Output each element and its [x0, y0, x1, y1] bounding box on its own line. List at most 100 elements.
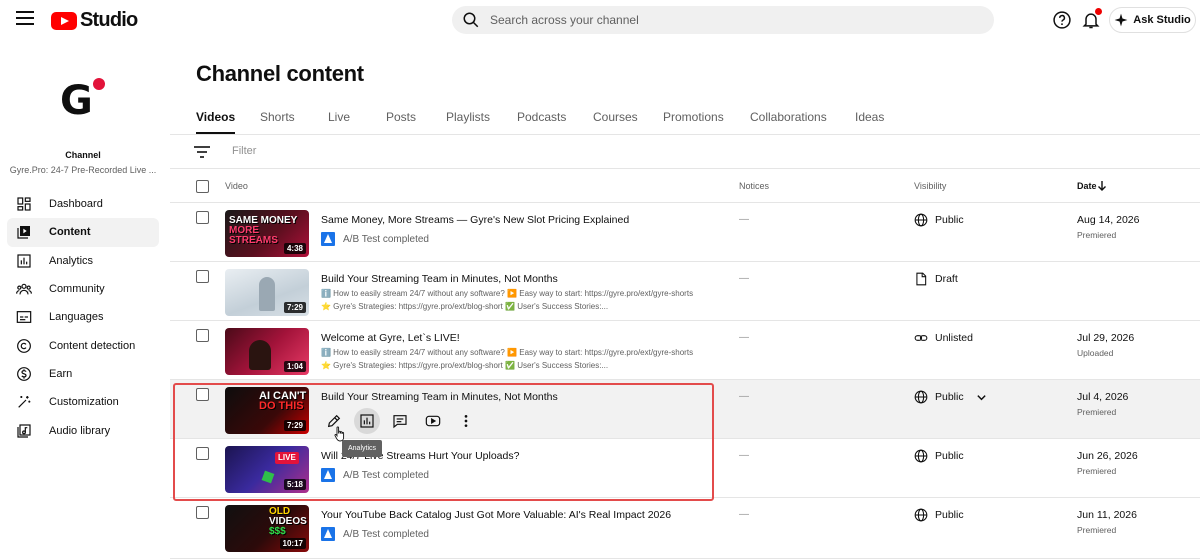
help-icon[interactable]: [1052, 10, 1072, 30]
sidebar-item-label: Languages: [49, 311, 104, 324]
youtube-icon: [425, 415, 441, 427]
select-all-checkbox[interactable]: [196, 180, 209, 193]
sidebar-item-earn[interactable]: Earn: [7, 360, 159, 388]
tab-videos[interactable]: Videos: [196, 110, 235, 124]
visibility-cell[interactable]: Public: [914, 213, 964, 227]
video-thumbnail[interactable]: AI CAN'T DO THIS 7:29: [225, 387, 309, 434]
tab-collaborations[interactable]: Collaborations: [750, 110, 827, 124]
channel-name: Gyre.Pro: 24-7 Pre-Recorded Live ...: [9, 165, 157, 175]
filter-icon[interactable]: [194, 145, 210, 159]
video-description-line: ⭐ Gyre's Strategies: https://gyre.pro/ex…: [321, 361, 609, 370]
video-title[interactable]: Build Your Streaming Team in Minutes, No…: [321, 273, 558, 285]
tab-courses[interactable]: Courses: [593, 110, 638, 124]
table-row[interactable]: SAME MONEY MORE STREAMS 4:38 Same Money, …: [170, 203, 1200, 262]
sidebar-item-audio-library[interactable]: Audio library: [7, 416, 159, 444]
search-bar[interactable]: [452, 6, 994, 34]
sidebar-item-content[interactable]: Content: [7, 218, 159, 247]
thumbnail-caption: AI CAN'T DO THIS: [259, 390, 307, 412]
video-thumbnail[interactable]: LIVE 5:18: [225, 446, 309, 493]
tab-ideas[interactable]: Ideas: [855, 110, 884, 124]
sidebar-item-languages[interactable]: Languages: [7, 303, 159, 331]
thumbnail-cube: [261, 470, 275, 484]
view-on-youtube-button[interactable]: [420, 408, 446, 434]
visibility-label: Public: [935, 391, 964, 403]
table-row[interactable]: 1:04 Welcome at Gyre, Let`s LIVE! ℹ️ How…: [170, 321, 1200, 380]
visibility-cell[interactable]: Unlisted: [914, 331, 973, 345]
visibility-dropdown[interactable]: Public: [914, 390, 994, 404]
video-duration: 10:17: [279, 538, 306, 549]
row-checkbox[interactable]: [196, 388, 209, 401]
sort-arrow-down-icon[interactable]: [1097, 181, 1107, 191]
sidebar-item-dashboard[interactable]: Dashboard: [7, 190, 159, 218]
video-thumbnail[interactable]: 1:04: [225, 328, 309, 375]
search-input[interactable]: [490, 13, 970, 27]
tab-shorts[interactable]: Shorts: [260, 110, 295, 124]
analytics-tooltip: Analytics: [342, 440, 382, 457]
video-title[interactable]: Build Your Streaming Team in Minutes, No…: [321, 391, 558, 403]
row-checkbox[interactable]: [196, 447, 209, 460]
sidebar-item-label: Content detection: [49, 339, 136, 352]
table-row[interactable]: LIVE 5:18 Will 24/7 Live Streams Hurt Yo…: [170, 439, 1200, 498]
video-thumbnail[interactable]: OLD VIDEOS $$$ 10:17: [225, 505, 309, 552]
video-title[interactable]: Welcome at Gyre, Let`s LIVE!: [321, 332, 460, 344]
video-duration: 5:18: [283, 479, 306, 490]
video-thumbnail[interactable]: SAME MONEY MORE STREAMS 4:38: [225, 210, 309, 257]
studio-logo[interactable]: Studio: [51, 9, 138, 32]
sidebar-item-customization[interactable]: Customization: [7, 388, 159, 416]
comment-icon: [393, 415, 407, 429]
link-icon: [914, 335, 928, 341]
video-title[interactable]: Same Money, More Streams — Gyre's New Sl…: [321, 214, 629, 226]
visibility-cell[interactable]: Draft: [914, 272, 958, 286]
visibility-cell[interactable]: Public: [914, 508, 964, 522]
sidebar-item-community[interactable]: Community: [7, 275, 159, 303]
thumbnail-caption: OLD VIDEOS $$$: [269, 506, 307, 537]
filter-input[interactable]: [232, 145, 532, 157]
video-thumbnail[interactable]: 7:29: [225, 269, 309, 316]
ab-test-status: A/B Test completed: [321, 468, 429, 482]
tab-posts[interactable]: Posts: [386, 110, 416, 124]
channel-avatar[interactable]: G: [60, 78, 110, 124]
table-row[interactable]: AI CAN'T DO THIS 7:29 Build Your Streamin…: [170, 380, 1200, 439]
ab-test-label: A/B Test completed: [343, 233, 429, 245]
analytics-button[interactable]: [354, 408, 380, 434]
video-duration: 1:04: [283, 361, 306, 372]
table-row[interactable]: 7:29 Build Your Streaming Team in Minute…: [170, 262, 1200, 321]
visibility-label: Public: [935, 509, 964, 521]
menu-icon[interactable]: [16, 11, 34, 29]
row-checkbox[interactable]: [196, 329, 209, 342]
tab-playlists[interactable]: Playlists: [446, 110, 490, 124]
visibility-cell[interactable]: Public: [914, 449, 964, 463]
thumbnail-figure: [249, 340, 271, 370]
date-header-label: Date: [1077, 181, 1097, 191]
notifications-button[interactable]: [1081, 8, 1102, 30]
notices-cell: —: [739, 391, 749, 402]
column-header-date[interactable]: Date: [1077, 181, 1097, 191]
more-options-button[interactable]: [453, 408, 479, 434]
row-checkbox[interactable]: [196, 270, 209, 283]
tab-podcasts[interactable]: Podcasts: [517, 110, 566, 124]
ask-studio-label: Ask Studio: [1133, 14, 1191, 26]
visibility-label: Public: [935, 214, 964, 226]
notices-cell: —: [739, 450, 749, 461]
ask-studio-button[interactable]: Ask Studio: [1109, 7, 1196, 33]
thumbnail-caption: LIVE: [275, 452, 299, 464]
ab-test-label: A/B Test completed: [343, 528, 429, 540]
globe-icon: [914, 213, 928, 227]
video-title[interactable]: Your YouTube Back Catalog Just Got More …: [321, 509, 671, 521]
date-status: Premiered: [1077, 466, 1117, 476]
table-header: Video Notices Visibility Date: [170, 169, 1200, 203]
sidebar-item-analytics[interactable]: Analytics: [7, 247, 159, 275]
row-checkbox[interactable]: [196, 211, 209, 224]
comments-button[interactable]: [387, 408, 413, 434]
date-status: Premiered: [1077, 407, 1117, 417]
sidebar-item-content-detection[interactable]: Content detection: [7, 331, 159, 359]
ab-test-label: A/B Test completed: [343, 469, 429, 481]
sidebar-item-label: Analytics: [49, 254, 94, 267]
earn-icon: [17, 366, 31, 381]
date-cell: Jul 29, 2026: [1077, 332, 1135, 344]
row-checkbox[interactable]: [196, 506, 209, 519]
date-status: Premiered: [1077, 230, 1117, 240]
table-row[interactable]: OLD VIDEOS $$$ 10:17 Your YouTube Back Cat…: [170, 498, 1200, 559]
tab-promotions[interactable]: Promotions: [663, 110, 724, 124]
tab-live[interactable]: Live: [328, 110, 350, 124]
